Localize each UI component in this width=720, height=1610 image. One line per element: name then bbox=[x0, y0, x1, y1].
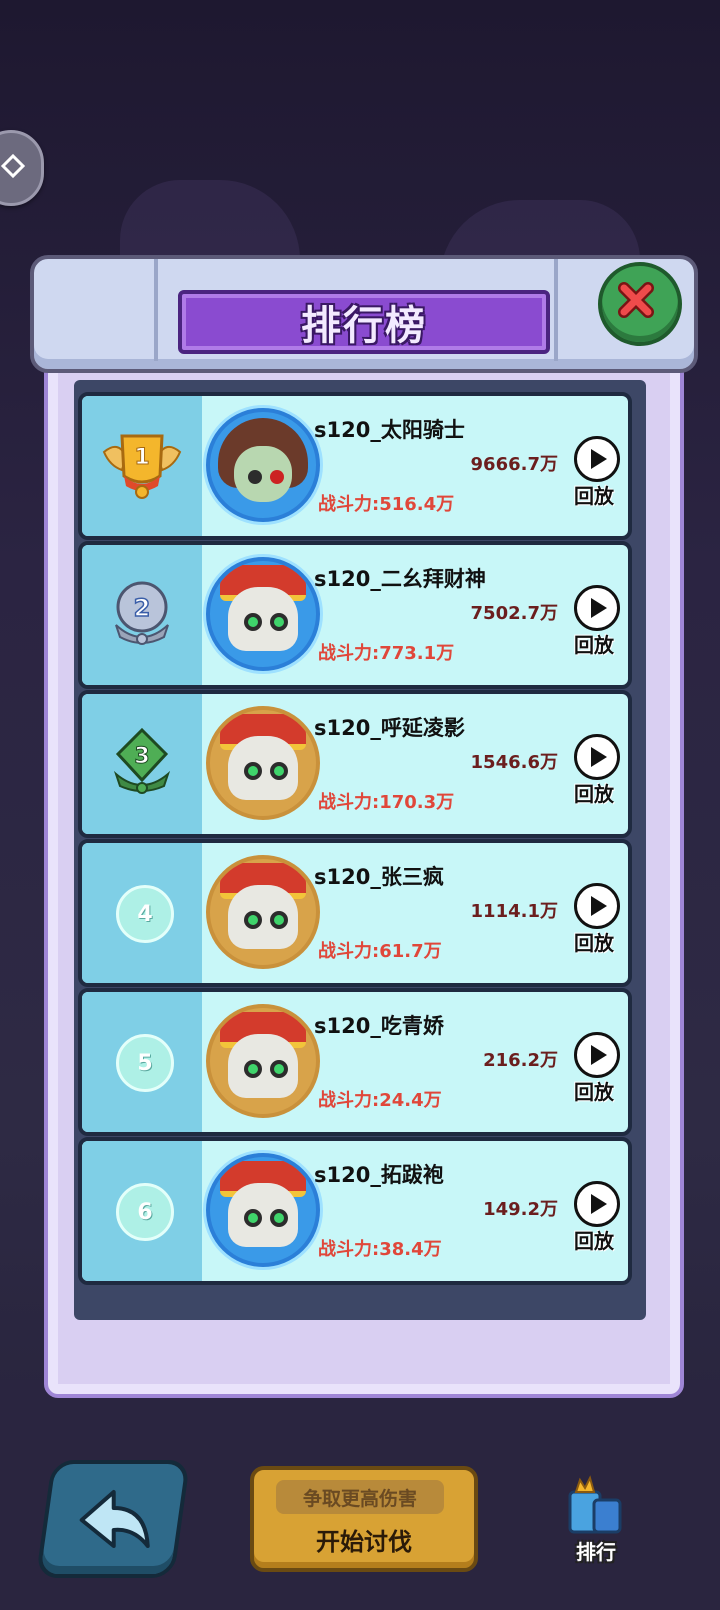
replay-button[interactable]: 回放 bbox=[564, 436, 624, 508]
replay-button[interactable]: 回放 bbox=[564, 585, 624, 657]
rank-cell: 3 bbox=[82, 694, 202, 834]
player-name: s120_拓跋袍 bbox=[314, 1163, 444, 1187]
replay-button[interactable]: 回放 bbox=[564, 734, 624, 806]
play-icon bbox=[574, 436, 620, 482]
replay-label: 回放 bbox=[574, 633, 614, 657]
player-avatar bbox=[206, 1004, 320, 1118]
damage-value: 1114.1万 bbox=[470, 901, 558, 922]
player-avatar bbox=[206, 855, 320, 969]
combat-power: 战斗力:170.3万 bbox=[318, 792, 455, 813]
rank-cell: 5 bbox=[82, 992, 202, 1132]
replay-label: 回放 bbox=[574, 782, 614, 806]
player-avatar bbox=[206, 557, 320, 671]
replay-label: 回放 bbox=[574, 931, 614, 955]
leaderboard-row[interactable]: 5 s120_吃青娇 216.2万 战斗力:24.4万 回放 bbox=[78, 988, 632, 1136]
damage-value: 149.2万 bbox=[483, 1199, 558, 1220]
player-avatar bbox=[206, 1153, 320, 1267]
combat-power: 战斗力:24.4万 bbox=[318, 1090, 442, 1111]
silver-medal-icon: 2 bbox=[115, 581, 169, 645]
player-avatar bbox=[206, 706, 320, 820]
player-avatar bbox=[206, 408, 320, 522]
diamond-icon bbox=[1, 153, 25, 179]
close-icon bbox=[618, 282, 654, 318]
rank-cell: 1 bbox=[82, 396, 202, 536]
start-button-subtitle: 争取更高伤害 bbox=[276, 1480, 444, 1514]
rank-number: 1 bbox=[134, 445, 149, 470]
replay-label: 回放 bbox=[574, 1080, 614, 1104]
damage-value: 7502.7万 bbox=[470, 603, 558, 624]
player-name: s120_二幺拜财神 bbox=[314, 567, 486, 591]
play-icon bbox=[574, 883, 620, 929]
replay-button[interactable]: 回放 bbox=[564, 1032, 624, 1104]
leaderboard-row[interactable]: 1 s120_太阳骑士 9666.7万 战斗力:516.4万 回放 bbox=[78, 392, 632, 540]
trophy-icon bbox=[568, 1475, 622, 1534]
rank-badge: 6 bbox=[116, 1183, 174, 1241]
replay-label: 回放 bbox=[574, 1229, 614, 1253]
leaderboard-row[interactable]: 4 s120_张三疯 1114.1万 战斗力:61.7万 回放 bbox=[78, 839, 632, 987]
damage-value: 216.2万 bbox=[483, 1050, 558, 1071]
title-banner: 排行榜 bbox=[178, 290, 550, 354]
player-name: s120_吃青娇 bbox=[314, 1014, 444, 1038]
side-menu-button[interactable] bbox=[0, 130, 44, 206]
combat-power: 战斗力:61.7万 bbox=[318, 941, 442, 962]
play-icon bbox=[574, 734, 620, 780]
player-name: s120_张三疯 bbox=[314, 865, 444, 889]
close-button[interactable] bbox=[598, 262, 682, 346]
replay-label: 回放 bbox=[574, 484, 614, 508]
damage-value: 1546.6万 bbox=[470, 752, 558, 773]
rank-badge: 5 bbox=[116, 1034, 174, 1092]
start-button-label: 开始讨伐 bbox=[316, 1528, 412, 1556]
leaderboard-row[interactable]: 2 s120_二幺拜财神 7502.7万 战斗力:773.1万 回放 bbox=[78, 541, 632, 689]
ranking-tab-label: 排行 bbox=[576, 1540, 616, 1564]
combat-power: 战斗力:38.4万 bbox=[318, 1239, 442, 1260]
damage-value: 9666.7万 bbox=[470, 454, 558, 475]
leaderboard-row[interactable]: 3 s120_呼延凌影 1546.6万 战斗力:170.3万 回放 bbox=[78, 690, 632, 838]
play-icon bbox=[574, 1032, 620, 1078]
page-title: 排行榜 bbox=[301, 303, 427, 349]
replay-button[interactable]: 回放 bbox=[564, 883, 624, 955]
play-icon bbox=[574, 1181, 620, 1227]
gold-medal-icon: 1 bbox=[102, 434, 182, 499]
start-crusade-button[interactable]: 争取更高伤害 开始讨伐 bbox=[250, 1466, 478, 1572]
back-button[interactable] bbox=[35, 1460, 191, 1578]
combat-power: 战斗力:516.4万 bbox=[318, 494, 455, 515]
bronze-medal-icon: 3 bbox=[113, 727, 171, 794]
combat-power: 战斗力:773.1万 bbox=[318, 643, 455, 664]
back-arrow-icon bbox=[79, 1490, 150, 1548]
rank-number: 2 bbox=[134, 594, 151, 622]
replay-button[interactable]: 回放 bbox=[564, 1181, 624, 1253]
rank-cell: 6 bbox=[82, 1141, 202, 1281]
rank-number: 3 bbox=[134, 744, 149, 769]
leaderboard-row[interactable]: 6 s120_拓跋袍 149.2万 战斗力:38.4万 回放 bbox=[78, 1137, 632, 1285]
ranking-tab[interactable]: 排行 bbox=[556, 1470, 636, 1570]
rank-cell: 4 bbox=[82, 843, 202, 983]
play-icon bbox=[574, 585, 620, 631]
rank-cell: 2 bbox=[82, 545, 202, 685]
player-name: s120_太阳骑士 bbox=[314, 418, 465, 442]
rank-badge: 4 bbox=[116, 885, 174, 943]
player-name: s120_呼延凌影 bbox=[314, 716, 465, 740]
